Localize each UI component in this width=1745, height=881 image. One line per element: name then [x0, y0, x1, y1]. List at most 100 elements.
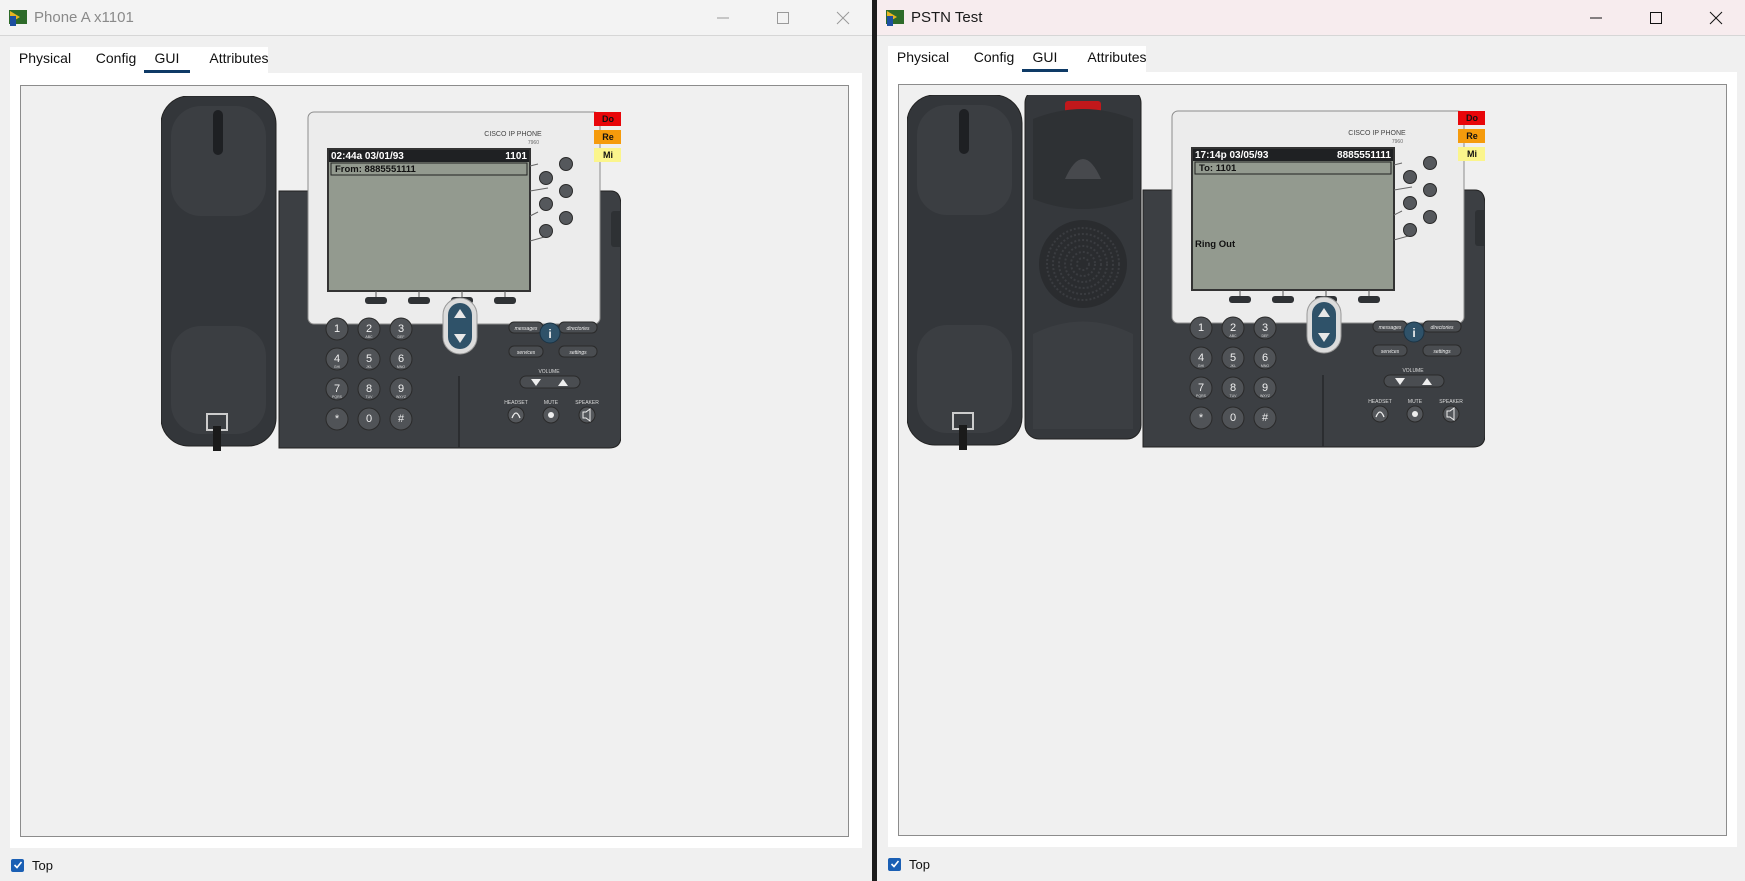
line-label-text: Mi	[1467, 149, 1477, 159]
lcd-extension: 8885551111	[1337, 150, 1391, 161]
line-button-4[interactable]	[1403, 196, 1417, 210]
volume-rocker[interactable]	[1383, 374, 1445, 388]
side-clip	[1475, 210, 1487, 246]
key-letters: TUV	[1230, 394, 1238, 398]
line-button-2[interactable]	[1403, 170, 1417, 184]
top-checkbox[interactable]	[11, 858, 24, 872]
handset[interactable]	[906, 94, 1023, 450]
feature-label: directories	[1430, 325, 1454, 331]
softkey-1[interactable]	[1229, 296, 1251, 303]
speaker-label: SPEAKER	[1439, 399, 1463, 405]
feature-label: messages	[1379, 325, 1402, 331]
earpiece-slot	[959, 109, 969, 154]
window-pstn-test: PSTN Test Physical Config GUI Attributes…	[877, 0, 1745, 881]
side-clip	[611, 211, 623, 247]
mute-label: MUTE	[544, 400, 559, 406]
model-label: 7960	[1392, 139, 1403, 145]
key-digit: #	[398, 413, 405, 425]
tab-attributes[interactable]: Attributes	[1074, 46, 1160, 72]
tab-content: CISCO IP PHONE 7960 02:44a 03/01/93 1101 Fro…	[10, 73, 862, 848]
top-checkbox[interactable]	[888, 857, 901, 871]
close-icon	[1709, 11, 1723, 25]
top-label: Top	[909, 856, 930, 872]
speaker-label: SPEAKER	[575, 400, 599, 406]
ip-phone: CISCO IP PHONE796017:14p 03/05/93 8885551…	[906, 88, 1487, 450]
line-button-3[interactable]	[1423, 183, 1437, 197]
tab-config[interactable]: Config	[86, 47, 146, 73]
line-button-5[interactable]	[1423, 210, 1437, 224]
cradle-rest	[1033, 321, 1133, 429]
window-phone-a: Phone A x1101 Physical Config GUI Attrib…	[0, 0, 872, 881]
key-letters: DEF	[398, 335, 405, 339]
headset-button[interactable]	[1371, 405, 1389, 423]
key-digit: 2	[366, 323, 372, 335]
line-button-5[interactable]	[559, 211, 573, 225]
key-letters: ABC	[1229, 334, 1237, 338]
volume-rocker[interactable]	[519, 375, 581, 389]
line-button-1[interactable]	[559, 157, 573, 171]
minimize-button[interactable]	[694, 0, 752, 36]
tab-attributes[interactable]: Attributes	[196, 47, 282, 73]
line-button-4[interactable]	[539, 197, 553, 211]
line-button-2[interactable]	[539, 171, 553, 185]
tab-physical[interactable]: Physical	[888, 46, 958, 72]
key-letters: PQRS	[332, 395, 343, 399]
brand-label: CISCO IP PHONE	[484, 131, 542, 138]
maximize-button[interactable]	[1627, 0, 1685, 36]
tab-config[interactable]: Config	[964, 46, 1024, 72]
feature-label: directories	[566, 326, 590, 332]
headset-label: HEADSET	[504, 400, 528, 406]
info-icon: i	[548, 327, 551, 341]
key-letters: PQRS	[1196, 394, 1207, 398]
line-button-1[interactable]	[1423, 156, 1437, 170]
handset-cord	[959, 425, 967, 450]
lcd-extension: 1101	[505, 151, 527, 162]
phone-unit: CISCO IP PHONE796002:44a 03/01/93 1101Fro…	[278, 111, 623, 449]
key-letters: WXYZ	[396, 395, 407, 399]
key-letters: JKL	[1230, 364, 1236, 368]
minimize-button[interactable]	[1567, 0, 1625, 36]
minimize-icon	[1590, 17, 1602, 19]
tab-bar: Physical Config GUI Attributes	[10, 47, 269, 73]
softkey-4[interactable]	[494, 297, 516, 304]
softkey-2[interactable]	[1272, 296, 1294, 303]
close-button[interactable]	[1687, 0, 1745, 36]
softkey-4[interactable]	[1358, 296, 1380, 303]
tab-gui[interactable]: GUI	[144, 47, 190, 73]
handset[interactable]	[160, 95, 277, 451]
window-title: PSTN Test	[911, 9, 983, 26]
title-bar[interactable]: PSTN Test	[877, 0, 1745, 36]
headset-button[interactable]	[507, 406, 525, 424]
key-letters: WXYZ	[1260, 394, 1271, 398]
key-digit: 7	[334, 383, 340, 395]
key-digit: 6	[398, 353, 404, 365]
key-letters: GHI	[334, 365, 340, 369]
line-label-text: Re	[1466, 131, 1478, 141]
line-button-6[interactable]	[1403, 223, 1417, 237]
softkey-2[interactable]	[408, 297, 430, 304]
close-icon	[836, 11, 850, 25]
title-bar[interactable]: Phone A x1101	[0, 0, 872, 36]
brand-label: CISCO IP PHONE	[1348, 130, 1406, 137]
line-button-6[interactable]	[539, 224, 553, 238]
lcd-line: To: 1101	[1199, 163, 1237, 174]
line-button-3[interactable]	[559, 184, 573, 198]
tab-bar: Physical Config GUI Attributes	[888, 46, 1147, 72]
key-digit: 4	[1198, 352, 1204, 364]
mute-icon	[1412, 411, 1418, 417]
tab-physical[interactable]: Physical	[10, 47, 80, 73]
mouthpiece	[917, 325, 1012, 433]
maximize-button[interactable]	[754, 0, 812, 36]
tab-gui[interactable]: GUI	[1022, 46, 1068, 72]
footer: Top	[11, 857, 53, 873]
key-letters: TUV	[366, 395, 374, 399]
softkey-1[interactable]	[365, 297, 387, 304]
key-digit: 2	[1230, 322, 1236, 334]
close-button[interactable]	[814, 0, 872, 36]
key-digit: 3	[1262, 322, 1268, 334]
line-label-text: Do	[1466, 113, 1478, 123]
mute-label: MUTE	[1408, 399, 1423, 405]
key-digit: 8	[1230, 382, 1236, 394]
speaker-button[interactable]	[578, 406, 596, 424]
speaker-button[interactable]	[1442, 405, 1460, 423]
